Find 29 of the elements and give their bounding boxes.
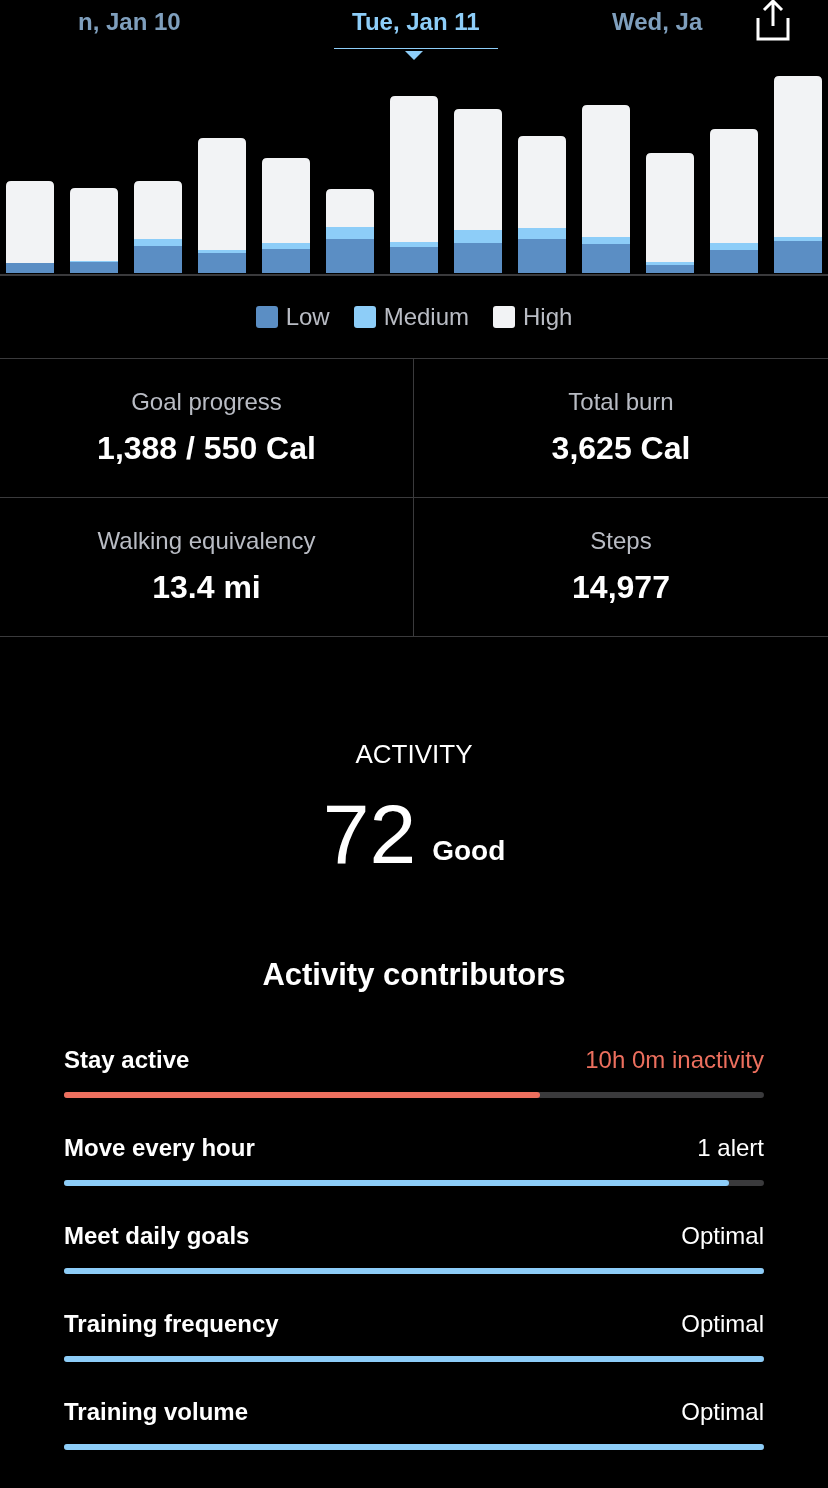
- contributor-name: Move every hour: [64, 1133, 255, 1163]
- contributor-value: 10h 0m inactivity: [585, 1045, 764, 1075]
- stat-value: 1,388 / 550 Cal: [97, 428, 316, 468]
- legend-label: Low: [285, 301, 330, 332]
- date-tab[interactable]: Wed, Ja: [594, 4, 721, 48]
- selected-indicator-icon: [405, 51, 423, 60]
- contributor-name: Stay active: [64, 1045, 190, 1075]
- stat-label: Total burn: [568, 386, 674, 417]
- stat-value: 3,625 Cal: [551, 428, 691, 468]
- stat-label: Goal progress: [131, 386, 282, 417]
- stat-value: 14,977: [572, 567, 670, 607]
- legend-label: High: [523, 301, 573, 332]
- contributor-name: Training volume: [64, 1397, 249, 1427]
- stat-label: Steps: [590, 525, 652, 556]
- contributor-value: Optimal: [681, 1309, 764, 1339]
- contributor-value: 1 alert: [697, 1133, 764, 1163]
- date-tab[interactable]: n, Jan 10: [60, 4, 199, 48]
- stat-value: 13.4 mi: [152, 567, 261, 607]
- score-rating: Good: [432, 833, 506, 868]
- contributor-value: Optimal: [681, 1221, 764, 1251]
- contributor-name: Meet daily goals: [64, 1221, 250, 1251]
- date-tab[interactable]: Tue, Jan 11: [334, 4, 498, 49]
- contributor-name: Training frequency: [64, 1309, 279, 1339]
- legend-label: Medium: [383, 301, 469, 332]
- section-title: Activity contributors: [262, 956, 566, 992]
- stat-label: Walking equivalency: [97, 525, 316, 556]
- score-title: ACTIVITY: [355, 737, 473, 771]
- contributor-value: Optimal: [681, 1397, 764, 1427]
- score-value: 72: [322, 791, 417, 876]
